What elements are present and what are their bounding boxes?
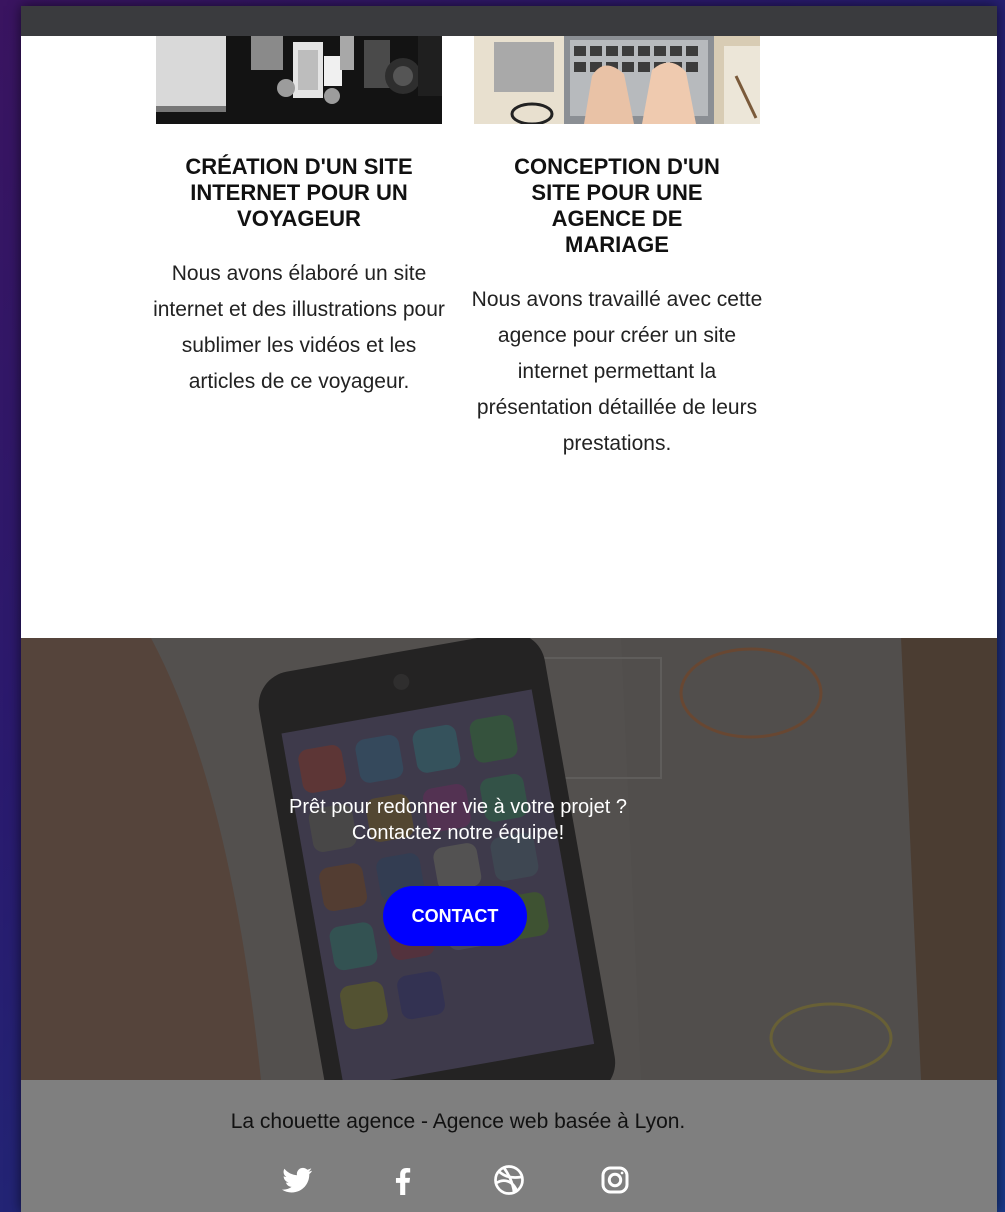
footer: La chouette agence - Agence web basée à … <box>21 1080 997 1212</box>
contact-cta-section: Prêt pour redonner vie à votre projet ? … <box>21 638 997 1080</box>
footer-tagline: La chouette agence - Agence web basée à … <box>230 1110 686 1133</box>
project-title[interactable]: CONCEPTION D'UN SITE POUR UNE AGENCE DE … <box>467 154 767 258</box>
project-card-voyageur: CRÉATION D'UN SITE INTERNET POUR UN VOYA… <box>149 154 449 400</box>
project-image-mariage[interactable] <box>474 36 760 124</box>
dribbble-icon[interactable] <box>491 1162 527 1198</box>
page-frame: CRÉATION D'UN SITE INTERNET POUR UN VOYA… <box>21 6 997 1212</box>
facebook-icon[interactable] <box>385 1162 421 1198</box>
top-navbar <box>21 6 997 36</box>
instagram-icon[interactable] <box>597 1162 633 1198</box>
desk-photo-dark <box>156 36 442 124</box>
phone-sketch-background <box>21 638 997 1080</box>
twitter-icon[interactable] <box>279 1162 315 1198</box>
project-description: Nous avons travaillé avec cette agence p… <box>471 288 763 455</box>
cta-line-2: Contactez notre équipe! <box>351 822 565 844</box>
laptop-photo <box>474 36 760 124</box>
contact-button[interactable]: CONTACT <box>383 886 527 946</box>
project-description: Nous avons élaboré un site internet et d… <box>153 262 445 393</box>
project-card-mariage: CONCEPTION D'UN SITE POUR UNE AGENCE DE … <box>467 154 767 462</box>
social-links <box>21 1162 997 1202</box>
cta-line-1: Prêt pour redonner vie à votre projet ? <box>289 796 627 818</box>
project-title[interactable]: CRÉATION D'UN SITE INTERNET POUR UN VOYA… <box>149 154 449 232</box>
project-image-voyageur[interactable] <box>156 36 442 124</box>
cta-message: Prêt pour redonner vie à votre projet ? … <box>21 794 895 846</box>
